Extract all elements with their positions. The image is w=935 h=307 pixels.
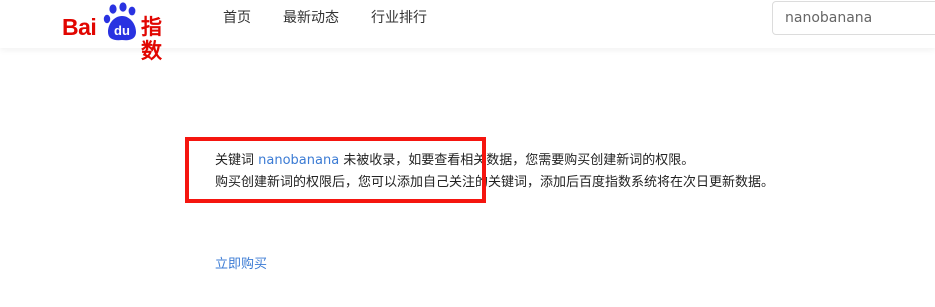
nav-industry-ranking[interactable]: 行业排行 bbox=[371, 9, 427, 27]
highlight-box bbox=[185, 137, 486, 203]
top-header: Bai du 指数 首页 最新动态 行业排行 bbox=[0, 0, 935, 63]
baidu-index-logo[interactable]: Bai du 指数 bbox=[62, 2, 182, 63]
nav-home[interactable]: 首页 bbox=[223, 9, 251, 27]
logo-text-bai: Bai bbox=[62, 14, 97, 40]
buy-now-link[interactable]: 立即购买 bbox=[215, 256, 267, 274]
logo-text-zhishu: 指数 bbox=[141, 15, 162, 63]
nav-latest-news[interactable]: 最新动态 bbox=[283, 9, 339, 27]
baidu-paw-icon: du bbox=[103, 2, 136, 41]
search-input[interactable] bbox=[772, 1, 935, 35]
logo-text-du: du bbox=[114, 23, 130, 38]
